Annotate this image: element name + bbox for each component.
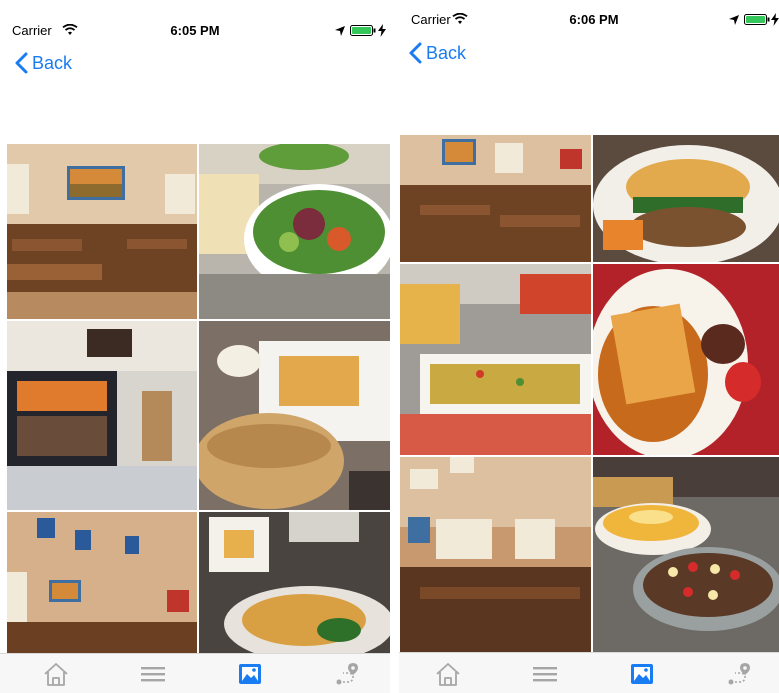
back-label: Back <box>32 52 73 73</box>
back-button[interactable]: Back <box>14 52 72 74</box>
location-arrow-icon <box>729 15 739 25</box>
back-button[interactable]: Back <box>408 42 466 64</box>
right-phone-screen: Carrier 6:06 PM Back <box>399 0 779 693</box>
location-arrow-icon <box>335 26 345 36</box>
back-label: Back <box>426 42 467 63</box>
restaurant-interior-photo[interactable] <box>400 135 591 262</box>
tab-home[interactable] <box>7 654 104 693</box>
gallery-icon <box>238 664 261 684</box>
dining-hall-photo[interactable] <box>7 512 197 653</box>
restaurant-interior-photo[interactable] <box>7 144 197 319</box>
charging-bolt-icon <box>771 13 779 26</box>
tab-location[interactable] <box>690 653 779 693</box>
left-phone-screen: Carrier 6:05 PM Back <box>0 0 390 693</box>
buffet-photo[interactable] <box>400 264 591 455</box>
sandwich-closeup-photo[interactable] <box>199 512 390 653</box>
tab-bar <box>399 652 779 693</box>
burger-photo[interactable] <box>593 135 779 262</box>
battery-icon <box>350 25 376 36</box>
tab-gallery[interactable] <box>593 653 690 693</box>
clock-label: 6:05 PM <box>170 23 220 38</box>
sandwich-fries-photo[interactable] <box>199 321 390 510</box>
tab-location[interactable] <box>298 654 390 693</box>
tab-gallery[interactable] <box>201 654 298 693</box>
status-bar: Carrier 6:05 PM <box>0 20 390 42</box>
clock-label: 6:06 PM <box>569 12 619 27</box>
menu-icon <box>532 666 557 681</box>
chevron-left-icon <box>409 42 422 64</box>
tab-home[interactable] <box>399 653 496 693</box>
home-icon <box>435 662 460 686</box>
menu-icon <box>140 667 165 682</box>
status-bar: Carrier 6:06 PM <box>399 9 779 31</box>
location-icon <box>728 662 750 684</box>
gallery-icon <box>630 663 653 684</box>
dining-hall-photo[interactable] <box>400 457 591 652</box>
tab-bar <box>0 653 390 693</box>
flan-cake-photo[interactable] <box>593 457 779 652</box>
charging-bolt-icon <box>378 24 386 37</box>
salad-bowl-photo[interactable] <box>199 144 390 319</box>
battery-icon <box>744 14 770 25</box>
photo-gallery-grid <box>0 144 390 653</box>
photo-gallery-grid <box>399 135 779 652</box>
tab-menu[interactable] <box>104 654 201 693</box>
home-icon <box>43 663 68 686</box>
dessert-photo[interactable] <box>593 264 779 455</box>
chevron-left-icon <box>15 52 28 74</box>
tab-menu[interactable] <box>496 653 593 693</box>
location-icon <box>336 663 358 685</box>
storefront-photo[interactable] <box>7 321 197 510</box>
